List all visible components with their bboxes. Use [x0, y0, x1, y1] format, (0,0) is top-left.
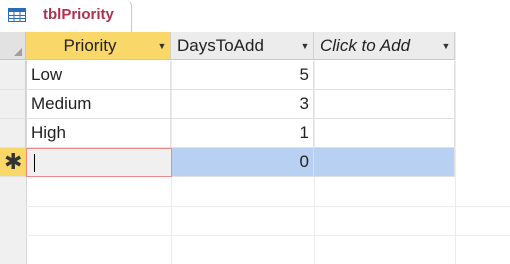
table-row[interactable]: Medium 3 [0, 90, 510, 119]
table-row[interactable]: High 1 [0, 119, 510, 148]
document-tab-strip: tblPriority [0, 0, 510, 33]
dropdown-arrow-icon[interactable]: ▼ [438, 41, 454, 51]
column-header-label: Priority [63, 35, 117, 55]
new-record-selector[interactable]: ✱ [0, 148, 26, 177]
table-tab-label: tblPriority [43, 6, 114, 23]
priority-input[interactable] [26, 148, 172, 177]
days-to-add-cell[interactable]: 0 [172, 148, 314, 177]
column-header-daystoadd[interactable]: DaysToAdd ▼ [171, 32, 314, 60]
click-to-add-cell[interactable] [314, 61, 455, 90]
new-record-row[interactable]: ✱ 0 [0, 148, 510, 177]
grid-divider [26, 235, 510, 236]
column-header-label: DaysToAdd [177, 35, 264, 55]
days-to-add-cell[interactable]: 5 [171, 61, 314, 90]
priority-cell[interactable]: Medium [26, 90, 171, 119]
grid-divider [26, 206, 510, 207]
click-to-add-cell[interactable] [314, 119, 455, 148]
dropdown-arrow-icon[interactable]: ▼ [154, 41, 170, 51]
table-tab[interactable]: tblPriority [0, 0, 132, 32]
table-icon [8, 8, 26, 22]
record-selector[interactable] [0, 61, 26, 90]
column-header-priority[interactable]: Priority ▼ [26, 32, 171, 60]
days-to-add-cell[interactable]: 1 [171, 119, 314, 148]
datasheet-grid[interactable]: Priority ▼ DaysToAdd ▼ Click to Add ▼ Lo… [0, 32, 510, 264]
priority-cell[interactable]: High [26, 119, 171, 148]
table-row[interactable]: Low 5 [0, 61, 510, 90]
column-header-label: Click to Add [320, 35, 411, 55]
days-to-add-cell[interactable]: 3 [171, 90, 314, 119]
click-to-add-cell[interactable] [314, 148, 455, 177]
record-selector[interactable] [0, 119, 26, 148]
click-to-add-cell[interactable] [314, 90, 455, 119]
new-record-star-icon: ✱ [4, 149, 23, 174]
text-caret [34, 153, 35, 172]
select-all-button[interactable] [0, 32, 26, 60]
dropdown-arrow-icon[interactable]: ▼ [297, 41, 313, 51]
priority-cell[interactable]: Low [26, 61, 171, 90]
column-header-click-to-add[interactable]: Click to Add ▼ [314, 32, 455, 60]
record-selector[interactable] [0, 90, 26, 119]
